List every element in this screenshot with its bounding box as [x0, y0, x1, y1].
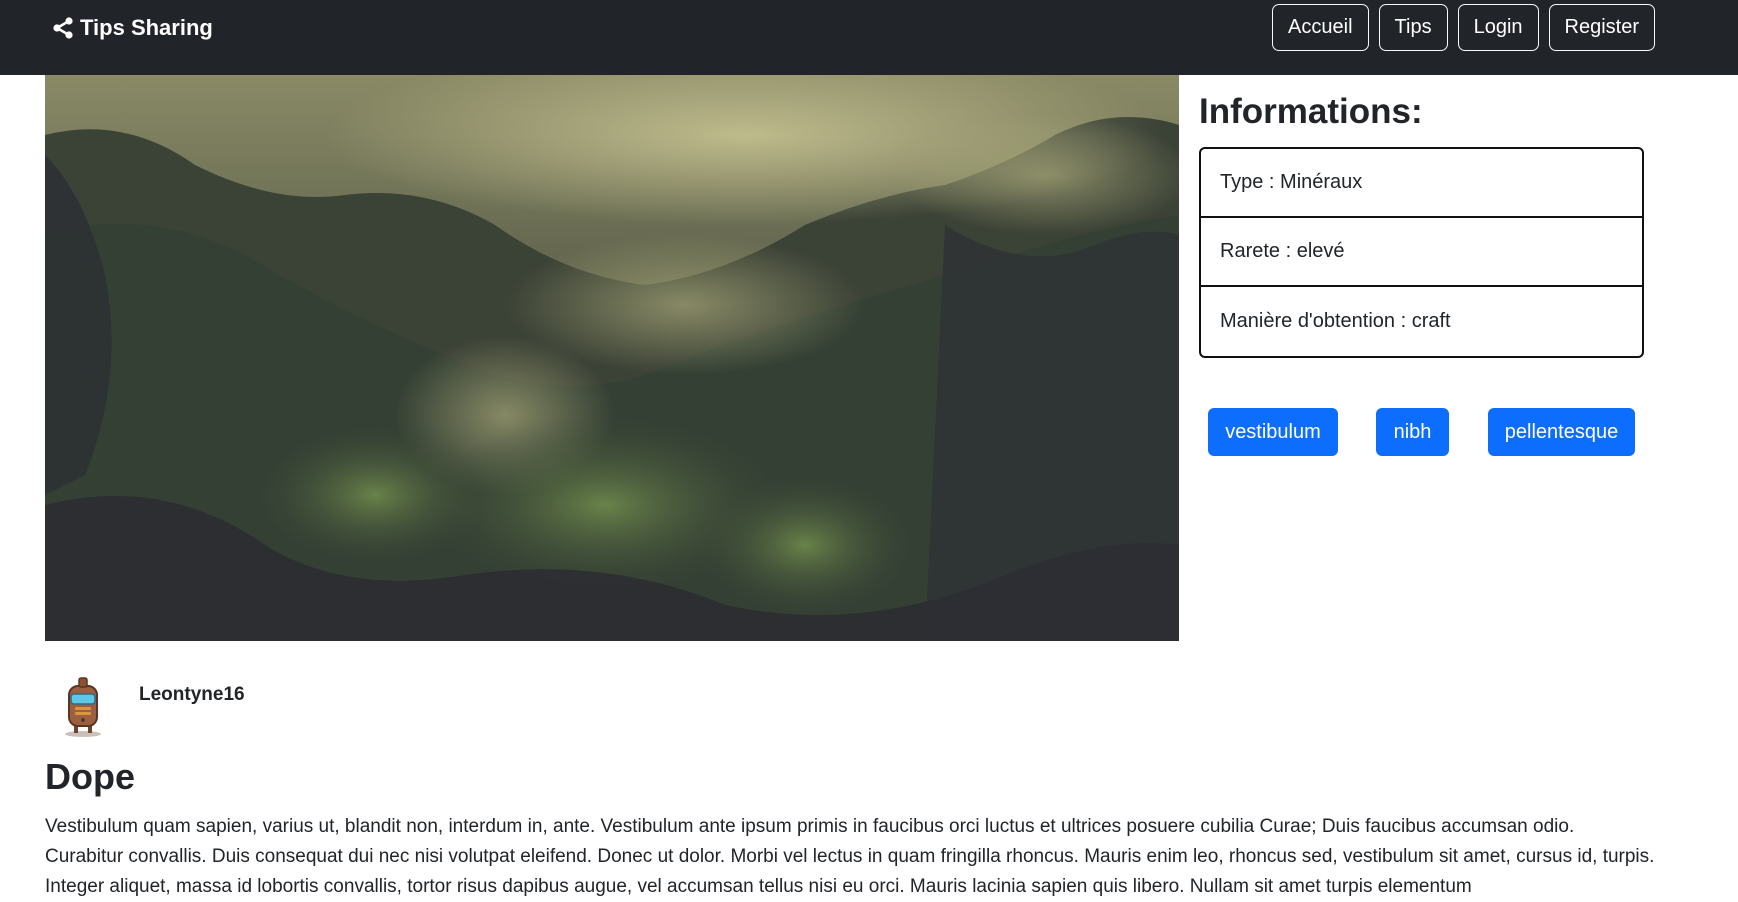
- post-title: Dope: [45, 756, 135, 797]
- brand-link[interactable]: Tips Sharing: [52, 14, 213, 42]
- post-body: Vestibulum quam sapien, varius ut, bland…: [45, 816, 1655, 897]
- nav-accueil-button[interactable]: Accueil: [1272, 4, 1369, 51]
- nav-register-button[interactable]: Register: [1548, 4, 1655, 51]
- brand-label: Tips Sharing: [80, 15, 213, 40]
- nav-login-button[interactable]: Login: [1457, 4, 1539, 51]
- info-title: Informations:: [1199, 92, 1423, 131]
- info-item-obtention: Manière d'obtention : craft: [1220, 310, 1451, 332]
- tag-button-vestibulum[interactable]: vestibulum: [1208, 408, 1338, 456]
- nav-tips-button[interactable]: Tips: [1378, 4, 1448, 51]
- nav-menu: Accueil Tips Login Register: [1272, 4, 1655, 51]
- info-item-rarete: Rarete : elevé: [1201, 218, 1642, 287]
- author-name[interactable]: Leontyne16: [139, 684, 245, 706]
- tag-button-pellentesque[interactable]: pellentesque: [1488, 408, 1635, 456]
- tag-button-nibh[interactable]: nibh: [1376, 408, 1449, 456]
- robot-avatar-icon: [58, 674, 108, 738]
- share-icon: [52, 17, 74, 39]
- info-item-type: Type : Minéraux: [1201, 149, 1642, 218]
- info-list: Type : Minéraux Rarete : elevé Manière d…: [1199, 147, 1644, 358]
- navbar: Tips Sharing Accueil Tips Login Register: [0, 0, 1738, 75]
- hero-image: [45, 75, 1179, 641]
